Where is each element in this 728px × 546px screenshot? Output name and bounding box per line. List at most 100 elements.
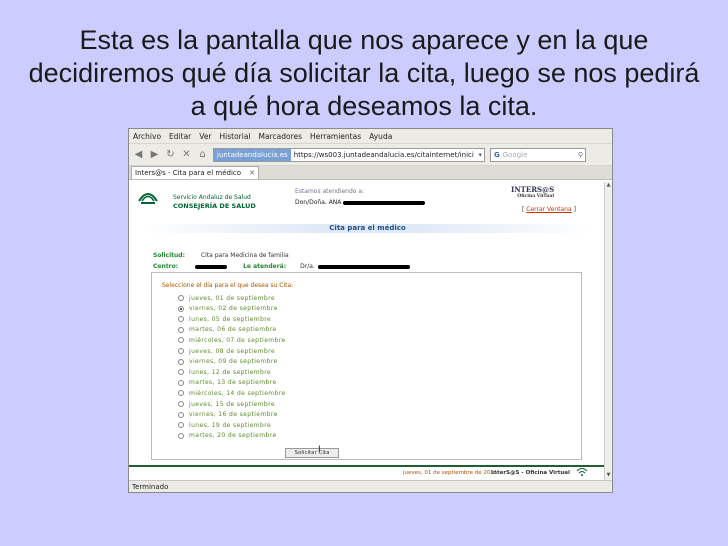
menu-archivo[interactable]: Archivo (133, 132, 161, 141)
day-option[interactable]: viernes, 16 de septiembre (178, 410, 278, 420)
org-name: Servicio Andaluz de Salud CONSEJERÍA DE … (173, 194, 256, 211)
redaction-mark (317, 264, 410, 269)
menu-ayuda[interactable]: Ayuda (369, 132, 392, 141)
tab-title: Inters@s - Cita para el médico (135, 169, 242, 177)
day-option[interactable]: lunes, 05 de septiembre (178, 314, 271, 324)
day-label: martes, 20 de septiembre (189, 432, 277, 440)
day-option[interactable]: jueves, 08 de septiembre (178, 346, 275, 356)
day-label: lunes, 12 de septiembre (189, 368, 272, 376)
day-option[interactable]: martes, 20 de septiembre (178, 431, 277, 441)
close-window-link[interactable]: Cerrar Ventana (526, 206, 571, 213)
day-option[interactable]: lunes, 12 de septiembre (178, 367, 271, 377)
day-radio[interactable] (178, 401, 184, 407)
url-text: https://ws003.juntadeandalucia.es/citain… (293, 150, 474, 159)
day-option[interactable]: lunes, 19 de septiembre (178, 420, 271, 430)
redaction-mark (195, 264, 228, 269)
url-dropdown-icon[interactable]: ▾ (478, 151, 484, 159)
day-radio[interactable] (178, 295, 184, 301)
day-label: miércoles, 14 de septiembre (189, 389, 286, 397)
status-bar: Terminado (129, 480, 612, 492)
slide-title: Esta es la pantalla que nos aparece y en… (28, 25, 700, 121)
day-option[interactable]: miércoles, 14 de septiembre (178, 388, 286, 398)
menu-editar[interactable]: Editar (169, 132, 191, 141)
vertical-scrollbar[interactable]: ▲ ▼ (604, 182, 612, 480)
day-radio[interactable] (178, 379, 184, 386)
solicitud-row: Solicitud: Cita para Medicina de familia (153, 252, 289, 259)
day-radio[interactable] (178, 390, 184, 397)
atendera-value: Dr/a. (300, 263, 315, 270)
redaction-mark (343, 200, 426, 205)
menu-herramientas[interactable]: Herramientas (310, 132, 361, 141)
page-content: Servicio Andaluz de Salud CONSEJERÍA DE … (129, 182, 606, 480)
day-option[interactable]: jueves, 01 de septiembre (178, 293, 275, 303)
menu-historial[interactable]: Historial (220, 132, 251, 141)
signal-icon (576, 468, 588, 476)
brand-name: INTERS@S (511, 185, 555, 194)
day-label: martes, 13 de septiembre (189, 379, 277, 387)
mouse-cursor-icon: I (318, 445, 321, 455)
day-radio[interactable] (178, 326, 184, 333)
day-radio[interactable] (178, 422, 184, 429)
reload-icon[interactable]: ↻ (165, 149, 176, 160)
search-input[interactable]: G Google ⚲ (490, 147, 586, 162)
day-radio[interactable] (178, 358, 184, 365)
day-selection-panel: Seleccione el día para el que desea su C… (151, 272, 582, 460)
solicitar-cita-button[interactable]: Solicitar Cita (285, 448, 339, 458)
search-icon[interactable]: ⚲ (578, 151, 585, 159)
menu-bar: Archivo Editar Ver Historial Marcadores … (129, 129, 612, 144)
search-placeholder: Google (502, 150, 528, 159)
day-label: lunes, 05 de septiembre (189, 315, 272, 323)
day-option[interactable]: jueves, 15 de septiembre (178, 399, 275, 409)
centro-row: Centro: Le atenderá: Dr/a. (153, 263, 410, 270)
attending-info: Estamos atendiendo a: Don/Doña. ANA (295, 188, 426, 206)
day-label: lunes, 19 de septiembre (189, 421, 272, 429)
tab-cita-medico[interactable]: Inters@s - Cita para el médico ✕ (131, 166, 259, 179)
google-icon: G (494, 150, 500, 159)
day-label: jueves, 01 de septiembre (189, 294, 275, 302)
site-identity-badge[interactable]: juntadeandalucia.es (214, 148, 291, 161)
day-radio[interactable] (178, 348, 184, 354)
brand-subtitle: Oficina Virtual (517, 194, 555, 199)
day-label: viernes, 16 de septiembre (189, 411, 278, 419)
atendera-label: Le atenderá: (243, 263, 287, 270)
tab-bar: Inters@s - Cita para el médico ✕ (129, 166, 612, 180)
footer-date: jueves, 01 de septiembre de 2011 (403, 470, 498, 476)
junta-andalucia-logo-icon (138, 193, 158, 204)
day-label: viernes, 02 de septiembre (189, 305, 278, 313)
day-label: martes, 06 de septiembre (189, 326, 277, 334)
day-radio[interactable] (178, 432, 184, 439)
back-icon[interactable]: ◀ (133, 149, 144, 160)
close-tab-icon[interactable]: ✕ (249, 169, 255, 177)
scroll-down-icon[interactable]: ▼ (605, 472, 612, 480)
day-option[interactable]: miércoles, 07 de septiembre (178, 335, 286, 345)
attending-name: Don/Doña. ANA (295, 199, 342, 206)
close-window-container: [ Cerrar Ventana ] (522, 206, 576, 213)
day-label: viernes, 09 de septiembre (189, 358, 278, 366)
scroll-up-icon[interactable]: ▲ (605, 182, 612, 190)
day-label: jueves, 08 de septiembre (189, 347, 275, 355)
menu-ver[interactable]: Ver (199, 132, 211, 141)
org-line-2: CONSEJERÍA DE SALUD (173, 202, 256, 210)
day-option[interactable]: viernes, 09 de septiembre (178, 357, 278, 367)
day-option[interactable]: viernes, 02 de septiembre (178, 304, 278, 314)
day-label: miércoles, 07 de septiembre (189, 336, 286, 344)
url-bar[interactable]: juntadeandalucia.es https://ws003.juntad… (213, 147, 485, 162)
page-footer: jueves, 01 de septiembre de 2011 InterS@… (129, 465, 606, 480)
footer-brand: InterS@S - Oficina Virtual (491, 470, 570, 476)
day-radio[interactable] (178, 305, 184, 312)
day-radio[interactable] (178, 316, 184, 323)
solicitud-label: Solicitud: (153, 252, 186, 259)
day-radio[interactable] (178, 337, 184, 344)
home-icon[interactable]: ⌂ (197, 149, 208, 160)
intersas-logo: INTERS@S Oficina Virtual (511, 185, 554, 199)
browser-window: Archivo Editar Ver Historial Marcadores … (128, 128, 613, 493)
day-option[interactable]: martes, 06 de septiembre (178, 325, 277, 335)
day-prompt: Seleccione el día para el que desea su C… (162, 282, 294, 289)
day-radio[interactable] (178, 411, 184, 418)
forward-icon[interactable]: ▶ (149, 149, 160, 160)
heading-band: Cita para el médico (141, 224, 594, 233)
menu-marcadores[interactable]: Marcadores (259, 132, 303, 141)
day-radio[interactable] (178, 369, 184, 376)
day-option[interactable]: martes, 13 de septiembre (178, 378, 277, 388)
stop-icon[interactable]: ✕ (181, 149, 192, 160)
